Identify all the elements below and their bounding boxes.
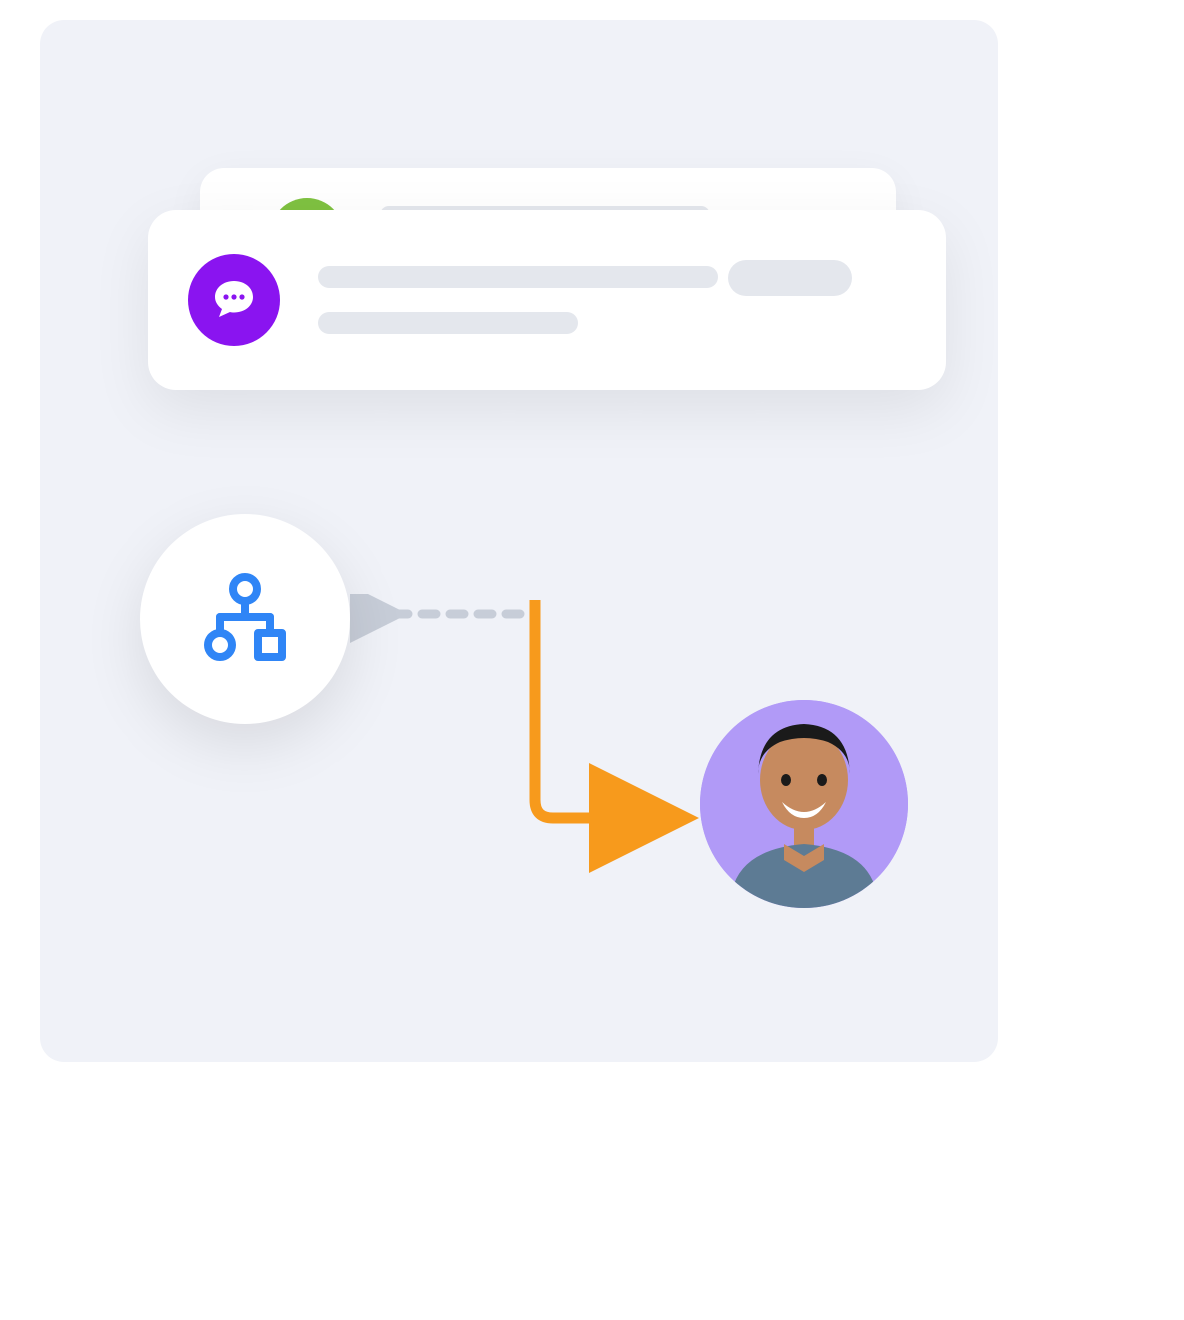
tree-routing-icon (195, 569, 295, 669)
message-card-front (148, 210, 946, 390)
placeholder-pill (728, 260, 852, 296)
chat-bubble-icon (188, 254, 280, 346)
placeholder-line (318, 312, 578, 334)
agent-avatar (700, 700, 908, 908)
flow-arrow-branch (350, 594, 560, 654)
flow-arrow-main (390, 600, 710, 880)
routing-node (140, 514, 350, 724)
diagram-canvas (40, 20, 998, 1062)
placeholder-line (318, 266, 718, 288)
